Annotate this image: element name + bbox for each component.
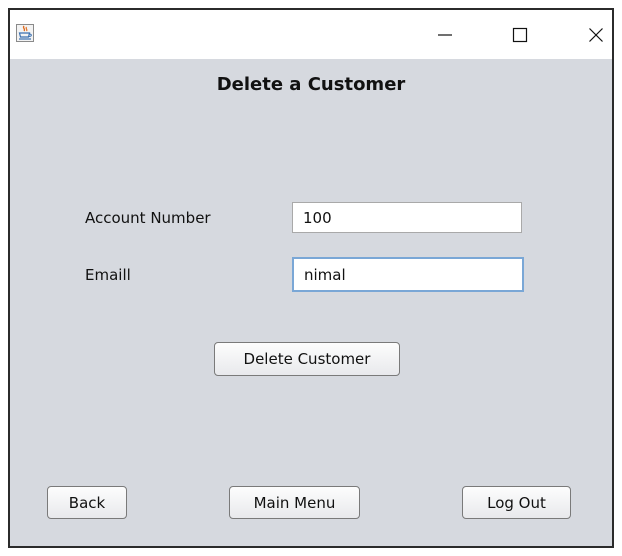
email-input[interactable] xyxy=(292,257,524,292)
main-menu-button[interactable]: Main Menu xyxy=(229,486,360,519)
java-cup-icon xyxy=(16,24,34,42)
maximize-icon xyxy=(512,27,528,43)
log-out-button[interactable]: Log Out xyxy=(462,486,571,519)
account-number-input[interactable] xyxy=(292,202,522,233)
form-panel: Delete a Customer Account Number Emaill … xyxy=(10,59,612,546)
minimize-button[interactable] xyxy=(422,10,468,59)
title-bar xyxy=(10,10,612,59)
email-label: Emaill xyxy=(85,266,131,284)
back-button[interactable]: Back xyxy=(47,486,127,519)
page-title: Delete a Customer xyxy=(216,74,406,95)
maximize-button[interactable] xyxy=(497,10,543,59)
delete-customer-button[interactable]: Delete Customer xyxy=(214,342,400,376)
app-window: Delete a Customer Account Number Emaill … xyxy=(8,8,614,548)
account-number-label: Account Number xyxy=(85,209,211,227)
close-button[interactable] xyxy=(573,10,619,59)
minimize-icon xyxy=(437,27,453,43)
close-icon xyxy=(588,27,604,43)
